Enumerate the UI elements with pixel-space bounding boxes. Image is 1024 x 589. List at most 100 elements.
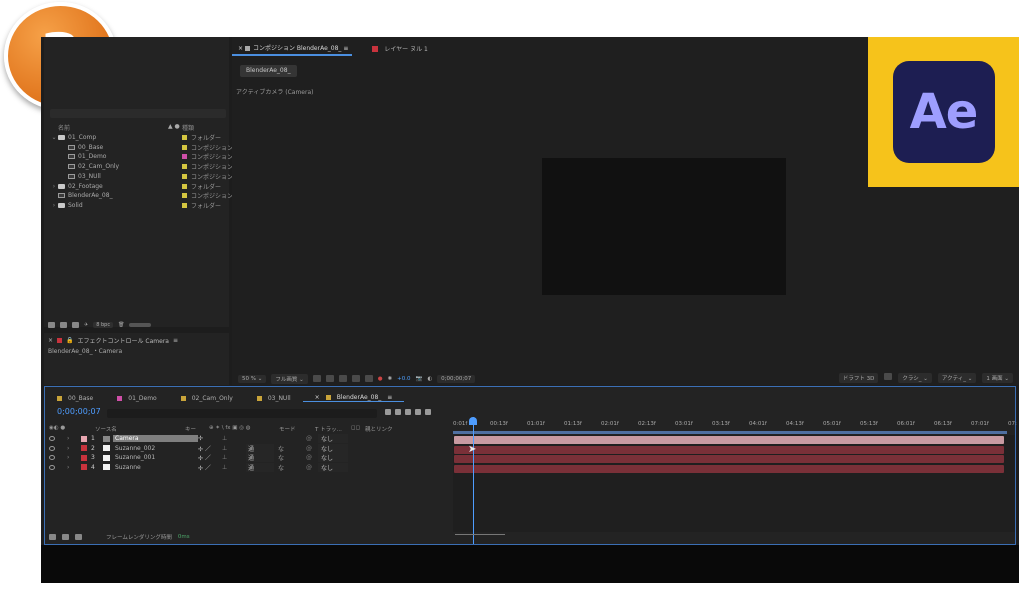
- layer-duration-bar[interactable]: [454, 464, 1004, 473]
- new-comp-icon[interactable]: [72, 322, 79, 328]
- label-swatch[interactable]: [81, 454, 87, 461]
- source-name-header[interactable]: ソース名: [95, 425, 185, 433]
- project-item[interactable]: 00_Base コンポジション: [44, 143, 233, 152]
- lock-icon[interactable]: 🔒: [66, 337, 73, 344]
- label-swatch[interactable]: [81, 464, 87, 470]
- layer-switches-toggle-icon[interactable]: [49, 534, 56, 540]
- tab-layer[interactable]: レイヤー ヌル 1: [372, 44, 428, 53]
- pickwhip-icon[interactable]: @: [306, 454, 318, 461]
- layer-switches[interactable]: ✢ ／: [198, 463, 222, 472]
- column-type[interactable]: 種類: [182, 123, 194, 133]
- 3d-icon[interactable]: ⊥: [222, 454, 242, 461]
- twirl-icon[interactable]: ›: [67, 445, 81, 452]
- timeline-timecode[interactable]: 0;00;00;07: [57, 407, 101, 416]
- project-item[interactable]: ⌄ 01_Comp フォルダー: [44, 133, 227, 142]
- 3d-icon[interactable]: ⊥: [222, 445, 242, 452]
- project-item[interactable]: › 02_Footage フォルダー: [44, 182, 227, 191]
- flowchart-icon[interactable]: ✈: [84, 322, 88, 328]
- draft-icon[interactable]: [395, 409, 401, 415]
- tab-composition[interactable]: × コンポジション BlenderAe_08_ ≡: [232, 41, 353, 56]
- project-item[interactable]: BlenderAe_08_ コンポジション: [44, 191, 233, 200]
- layer-switches[interactable]: ✢: [198, 435, 222, 442]
- new-folder-icon[interactable]: [60, 322, 67, 328]
- label-swatch[interactable]: [182, 183, 187, 189]
- timeline-tab[interactable]: × BlenderAe_08_ ≡: [302, 394, 405, 402]
- pickwhip-icon[interactable]: @: [306, 435, 318, 442]
- layer-name[interactable]: Suzanne: [113, 464, 198, 471]
- twirl-icon[interactable]: ›: [67, 435, 81, 442]
- frame-blend-icon[interactable]: [415, 409, 421, 415]
- project-item[interactable]: › Solid フォルダー: [44, 201, 227, 210]
- timeline-zoom-slider[interactable]: [455, 534, 505, 539]
- track-matte-select[interactable]: な: [278, 453, 306, 462]
- layer-tracks[interactable]: [453, 435, 1015, 532]
- project-item[interactable]: 03_NUll コンポジション: [44, 172, 233, 181]
- shy-icon[interactable]: [405, 409, 411, 415]
- eye-icon[interactable]: [49, 455, 55, 460]
- track-matte-select[interactable]: な: [278, 463, 306, 472]
- layer-duration-bar[interactable]: [454, 445, 1004, 454]
- parent-select[interactable]: なし: [318, 453, 348, 462]
- twirl-icon[interactable]: ›: [67, 464, 81, 471]
- region-icon[interactable]: [312, 375, 321, 382]
- 3d-icon[interactable]: ⊥: [222, 464, 242, 471]
- label-swatch[interactable]: [182, 164, 187, 170]
- twirl-icon[interactable]: ›: [50, 183, 58, 190]
- label-swatch[interactable]: [182, 144, 187, 150]
- bpc-button[interactable]: 8 bpc: [93, 322, 114, 328]
- blend-mode-select[interactable]: 通: [246, 453, 274, 462]
- transparency-grid-icon[interactable]: [325, 375, 334, 382]
- twirl-icon[interactable]: ›: [50, 202, 58, 209]
- timeline-tab[interactable]: 00_Base: [45, 395, 105, 402]
- label-swatch[interactable]: [182, 193, 187, 199]
- eye-icon[interactable]: [49, 464, 55, 470]
- layer-row[interactable]: › 3 Suzanne_001 ✢ ／ ⊥ 通な @ なし: [49, 453, 447, 462]
- layer-switches[interactable]: ✢ ／: [198, 444, 222, 453]
- label-swatch[interactable]: [182, 173, 187, 179]
- layer-row[interactable]: › 1 Camera ✢ ⊥ @ なし: [49, 434, 447, 443]
- project-item[interactable]: 02_Cam_Only コンポジション: [44, 162, 233, 171]
- close-icon[interactable]: ×: [48, 337, 53, 344]
- close-icon[interactable]: ×: [315, 394, 320, 401]
- layer-search-input[interactable]: [107, 409, 377, 418]
- pickwhip-icon[interactable]: @: [306, 445, 318, 452]
- trash-icon[interactable]: 🗑: [118, 322, 124, 328]
- zoom-select[interactable]: 50 % ⌄: [238, 374, 267, 383]
- channel-icon[interactable]: [364, 375, 373, 382]
- layer-row[interactable]: › 2 Suzanne_002 ✢ ／ ⊥ 通な @ なし: [49, 443, 447, 453]
- layer-duration-bar[interactable]: [454, 455, 1004, 463]
- column-name[interactable]: 名前: [50, 123, 168, 133]
- track-matte-header[interactable]: T トラッ...: [315, 425, 351, 433]
- draft-3d-toggle[interactable]: ドラフト 3D: [838, 373, 879, 383]
- thumbnail-slider[interactable]: [129, 323, 152, 327]
- mask-icon[interactable]: [338, 375, 347, 382]
- quality-select[interactable]: フル画質 ⌄: [271, 373, 308, 384]
- blend-mode-select[interactable]: 通: [246, 443, 274, 453]
- project-item[interactable]: 01_Demo コンポジション: [44, 152, 233, 161]
- timeline-tab[interactable]: 03_NUll: [245, 395, 303, 402]
- label-swatch[interactable]: [182, 135, 187, 140]
- transfer-controls-toggle-icon[interactable]: [62, 534, 69, 540]
- effect-controls-tab[interactable]: × 🔒 エフェクトコントロール Camera ≡: [48, 336, 178, 345]
- timeline-tab[interactable]: 01_Demo: [105, 395, 168, 402]
- panel-menu-icon[interactable]: ≡: [173, 337, 178, 344]
- panel-menu-icon[interactable]: ≡: [387, 394, 392, 401]
- parent-header[interactable]: 親とリンク: [365, 425, 393, 433]
- time-ruler[interactable]: 0:01f 00:13f 01:01f 01:13f 02:01f 02:13f 03:01…: [453, 417, 1017, 432]
- composition-viewer[interactable]: [542, 158, 786, 295]
- current-time-field[interactable]: 0;00;00;07: [437, 374, 476, 383]
- label-swatch[interactable]: [182, 202, 187, 208]
- layer-row[interactable]: › 4 Suzanne ✢ ／ ⊥ 通な @ なし: [49, 462, 447, 472]
- camera-view-select[interactable]: アクティ_ ⌄: [937, 373, 977, 383]
- layer-name[interactable]: Camera: [113, 435, 198, 442]
- layer-switches[interactable]: ✢ ／: [198, 453, 222, 462]
- pickwhip-icon[interactable]: @: [306, 464, 318, 471]
- sort-icon[interactable]: ▲ ●: [168, 123, 182, 133]
- playhead-handle[interactable]: [469, 417, 477, 425]
- label-swatch[interactable]: [81, 445, 87, 451]
- timeline-tab[interactable]: 02_Cam_Only: [169, 395, 245, 402]
- parent-select[interactable]: なし: [318, 434, 348, 443]
- in-out-toggle-icon[interactable]: [75, 534, 82, 540]
- snapshot-icon[interactable]: 📷: [416, 376, 423, 382]
- eye-icon[interactable]: [49, 445, 55, 451]
